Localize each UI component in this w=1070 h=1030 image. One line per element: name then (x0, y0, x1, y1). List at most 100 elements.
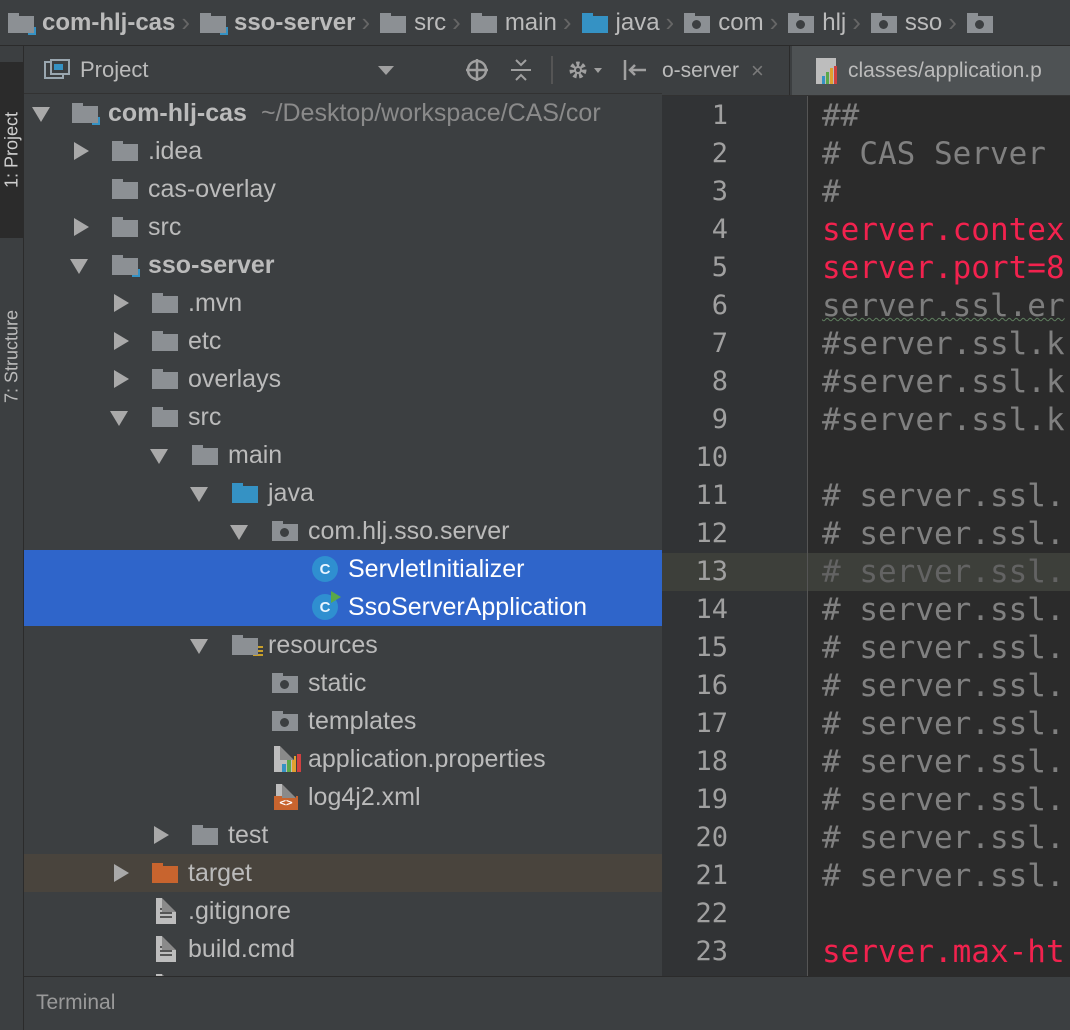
code-line[interactable]: # server.ssl. (822, 819, 1065, 857)
tree-node[interactable]: java (24, 474, 662, 512)
tree-node[interactable]: .idea (24, 132, 662, 170)
collapse-arrow-icon[interactable] (150, 449, 168, 464)
code-editor[interactable]: ## # CAS Server # server.contex server.port=… (808, 96, 1070, 976)
breadcrumb-item[interactable]: src (372, 0, 450, 45)
hide-panel-icon[interactable] (622, 58, 648, 82)
code-line[interactable]: # server.ssl. (822, 857, 1065, 895)
breadcrumb-item[interactable]: hlj (780, 0, 850, 45)
expand-arrow-icon[interactable] (74, 142, 89, 160)
collapse-all-icon[interactable] (509, 58, 533, 82)
breadcrumb-item[interactable]: sso (863, 0, 946, 45)
code-line[interactable]: # server.ssl. (822, 667, 1065, 705)
expand-arrow-icon[interactable] (114, 332, 129, 350)
package-icon (272, 711, 298, 731)
tree-node[interactable]: src (24, 398, 662, 436)
gear-icon[interactable] (566, 58, 604, 82)
code-line[interactable]: server.contex (822, 211, 1065, 249)
code-line[interactable]: # server.ssl. (822, 515, 1065, 553)
code-line[interactable]: #server.ssl.k (822, 363, 1065, 401)
folder-icon (152, 293, 178, 313)
package-icon (684, 12, 711, 33)
breadcrumb-item[interactable]: sso-server (192, 0, 359, 45)
tree-node[interactable]: src (24, 208, 662, 246)
editor-tab-bar: o-server × classes/application.p (662, 46, 1070, 96)
editor-tab[interactable]: o-server × (662, 46, 790, 95)
module-folder-icon (112, 255, 141, 278)
terminal-tab[interactable]: Terminal (36, 991, 115, 1015)
line-number: 10 (695, 442, 728, 473)
line-number: 21 (695, 860, 728, 891)
tree-node-label: sso-server (148, 251, 275, 279)
tree-node[interactable]: resources (24, 626, 662, 664)
code-line[interactable]: # server.ssl. (822, 743, 1065, 781)
close-icon[interactable]: × (751, 58, 764, 84)
expand-arrow-icon[interactable] (32, 107, 50, 122)
tree-node[interactable]: main (24, 436, 662, 474)
tree-node[interactable]: templates (24, 702, 662, 740)
breadcrumb-item-truncated[interactable] (959, 0, 1005, 45)
tree-node-root[interactable]: com-hlj-cas ~/Desktop/workspace/CAS/cor (24, 94, 662, 132)
tree-node-label: application.properties (308, 745, 546, 773)
chevron-right-icon: › (769, 7, 779, 37)
expand-arrow-icon[interactable] (114, 294, 129, 312)
editor-tab-active[interactable]: classes/application.p (792, 46, 1070, 95)
tree-node[interactable]: .gitignore (24, 892, 662, 930)
expand-arrow-icon[interactable] (154, 826, 169, 844)
tree-node[interactable]: build.cmd (24, 930, 662, 968)
folder-icon (470, 12, 497, 33)
text-file-icon (156, 936, 176, 962)
tree-node[interactable]: cas-overlay (24, 170, 662, 208)
structure-tool-tab[interactable]: 7: Structure (0, 276, 24, 436)
code-line[interactable]: # server.ssl. (822, 477, 1065, 515)
tree-node-label: com.hlj.sso.server (308, 517, 510, 545)
code-line[interactable]: ## (822, 97, 859, 135)
collapse-arrow-icon[interactable] (70, 259, 88, 274)
code-line[interactable]: # CAS Server (822, 135, 1046, 173)
chevron-right-icon: › (562, 7, 572, 37)
code-line[interactable]: # server.ssl. (822, 591, 1065, 629)
tree-node-selected[interactable]: C SsoServerApplication (24, 588, 662, 626)
code-line[interactable]: #server.ssl.k (822, 325, 1065, 363)
tree-node[interactable]: etc (24, 322, 662, 360)
expand-arrow-icon[interactable] (74, 218, 89, 236)
breadcrumb-item[interactable]: java (574, 0, 664, 45)
editor-tab-label: o-server (662, 59, 740, 82)
tree-node[interactable]: test (24, 816, 662, 854)
tree-node[interactable]: overlays (24, 360, 662, 398)
line-number: 23 (695, 936, 728, 967)
breadcrumb-item[interactable]: com-hlj-cas (0, 0, 179, 45)
code-line[interactable]: # server.ssl. (822, 629, 1065, 667)
target-icon[interactable] (465, 58, 489, 82)
tree-node[interactable]: static (24, 664, 662, 702)
tree-node[interactable]: .mvn (24, 284, 662, 322)
project-panel-title[interactable]: Project (80, 57, 148, 83)
collapse-arrow-icon[interactable] (190, 639, 208, 654)
line-number: 2 (711, 138, 728, 169)
expand-arrow-icon[interactable] (114, 864, 129, 882)
tree-node[interactable]: com.hlj.sso.server (24, 512, 662, 550)
dropdown-arrow-icon[interactable] (378, 64, 394, 76)
collapse-arrow-icon[interactable] (230, 525, 248, 540)
tree-node[interactable]: sso-server (24, 246, 662, 284)
code-line[interactable]: server.port=8 (822, 249, 1065, 287)
line-number: 22 (695, 898, 728, 929)
collapse-arrow-icon[interactable] (190, 487, 208, 502)
tree-node[interactable]: <> log4j2.xml (24, 778, 662, 816)
tree-node[interactable]: target (24, 854, 662, 892)
project-tool-tab[interactable]: 1: Project (0, 62, 24, 238)
code-line[interactable]: # server.ssl. (822, 781, 1065, 819)
expand-arrow-icon[interactable] (114, 370, 129, 388)
collapse-arrow-icon[interactable] (110, 411, 128, 426)
breadcrumb-item[interactable]: main (463, 0, 561, 45)
code-line[interactable]: server.max-ht (822, 933, 1065, 971)
project-panel-header: Project (24, 46, 662, 94)
tree-node[interactable]: application.properties (24, 740, 662, 778)
code-line[interactable]: server.ssl.er (822, 287, 1065, 325)
line-number-gutter[interactable]: 1 2 3 4 5 6 7 8 9 10 11 12 13 14 15 16 17 18 19 20 21 22 23 (662, 96, 808, 976)
code-line[interactable]: # server.ssl. (822, 705, 1065, 743)
code-line[interactable]: #server.ssl.k (822, 401, 1065, 439)
tree-node-selected[interactable]: C ServletInitializer (24, 550, 662, 588)
code-line[interactable]: # (822, 173, 841, 211)
breadcrumb-item[interactable]: com (676, 0, 767, 45)
code-line[interactable]: # server.ssl. (822, 553, 1065, 591)
